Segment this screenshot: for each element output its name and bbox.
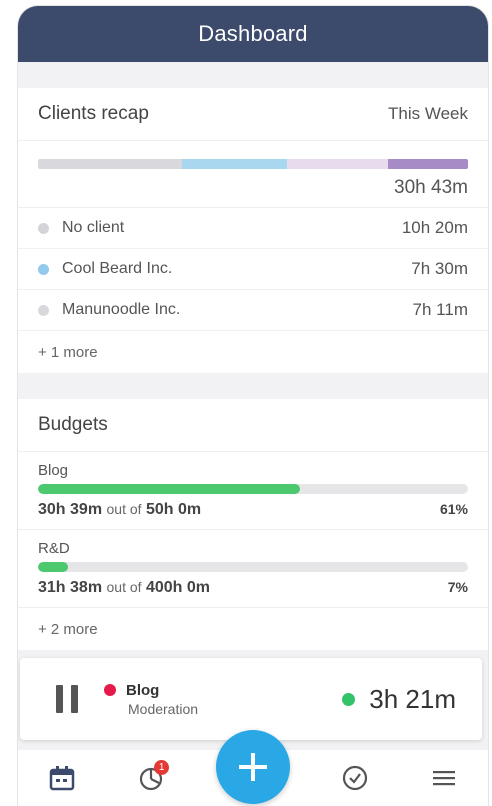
clients-stacked-bar [38, 159, 468, 169]
page-title: Dashboard [198, 21, 308, 46]
plus-icon [238, 753, 267, 781]
client-time: 7h 11m [412, 300, 468, 319]
budget-spent: 31h 38m [38, 579, 103, 596]
budgets-title: Budgets [38, 414, 108, 435]
clients-recap-card: Clients recap This Week 30h 43m No clien… [18, 88, 488, 373]
budget-name: R&D [38, 540, 70, 557]
timer-info: Blog Moderation [104, 682, 342, 717]
calendar-icon [50, 766, 75, 791]
client-time: 7h 30m [411, 259, 468, 278]
clients-more-link[interactable]: + 1 more [18, 331, 488, 373]
budget-out-of: out of [106, 501, 142, 517]
clients-total-row: 30h 43m [18, 169, 488, 208]
tab-bar: 1 [18, 730, 488, 806]
budget-spent: 30h 39m [38, 501, 103, 518]
budgets-more-link[interactable]: + 2 more [18, 608, 488, 650]
running-timer[interactable]: Blog Moderation 3h 21m [20, 658, 482, 740]
budget-total: 50h 0m [145, 501, 202, 518]
add-entry-button[interactable] [215, 730, 290, 804]
project-color-dot [104, 684, 116, 696]
client-name: Manunoodle Inc. [62, 301, 181, 318]
timer-elapsed-value: 3h 21m [369, 683, 456, 714]
budget-percent: 61% [439, 501, 468, 517]
budget-name: Blog [38, 462, 69, 479]
pause-icon[interactable] [56, 685, 78, 713]
budgets-card: Budgets Blog 30h 39m out of 50h 0m 61% R… [18, 399, 488, 650]
budget-progress-bar [38, 562, 468, 572]
tab-approvals[interactable] [331, 754, 379, 802]
segment-cool-beard [182, 159, 288, 169]
timer-project: Blog [126, 681, 160, 699]
client-row[interactable]: Manunoodle Inc. 7h 11m [18, 290, 488, 331]
clients-recap-title: Clients recap [38, 103, 149, 124]
menu-icon [432, 771, 455, 786]
budget-out-of: out of [106, 579, 142, 595]
tab-menu[interactable] [420, 754, 468, 802]
budget-progress-fill [38, 562, 69, 572]
budgets-more-label: + 2 more [38, 620, 98, 638]
segment-other [387, 159, 468, 169]
client-name: No client [62, 219, 125, 236]
timer-elapsed: 3h 21m [342, 684, 456, 715]
client-color-dot [38, 304, 49, 316]
tab-reports[interactable]: 1 [127, 754, 175, 802]
budgets-header: Budgets [18, 399, 488, 452]
client-time: 10h 20m [401, 218, 468, 237]
top-bar: Dashboard [18, 6, 488, 62]
client-color-dot [38, 263, 49, 275]
check-icon [342, 765, 367, 791]
clients-total-time: 30h 43m [394, 177, 468, 198]
clients-more-label: + 1 more [38, 343, 98, 361]
client-name: Cool Beard Inc. [62, 260, 173, 277]
client-color-dot [38, 222, 49, 234]
budget-progress-fill [38, 484, 301, 494]
client-row[interactable]: No client 10h 20m [18, 208, 488, 249]
clients-recap-header: Clients recap This Week [18, 88, 488, 141]
segment-manunoodle [287, 159, 388, 169]
budget-progress-bar [38, 484, 468, 494]
tab-calendar[interactable] [38, 754, 86, 802]
running-status-dot [342, 692, 356, 706]
timer-task: Moderation [128, 700, 199, 717]
segment-no-client [38, 159, 183, 169]
budget-total: 400h 0m [145, 579, 211, 596]
budget-percent: 7% [447, 579, 468, 595]
app-screen: Dashboard Clients recap This Week 30h 43… [18, 6, 488, 806]
budget-item[interactable]: R&D 31h 38m out of 400h 0m 7% [18, 530, 488, 608]
budget-item[interactable]: Blog 30h 39m out of 50h 0m 61% [18, 452, 488, 530]
client-row[interactable]: Cool Beard Inc. 7h 30m [18, 249, 488, 290]
period-selector[interactable]: This Week [388, 104, 468, 124]
notification-badge: 1 [154, 760, 170, 775]
